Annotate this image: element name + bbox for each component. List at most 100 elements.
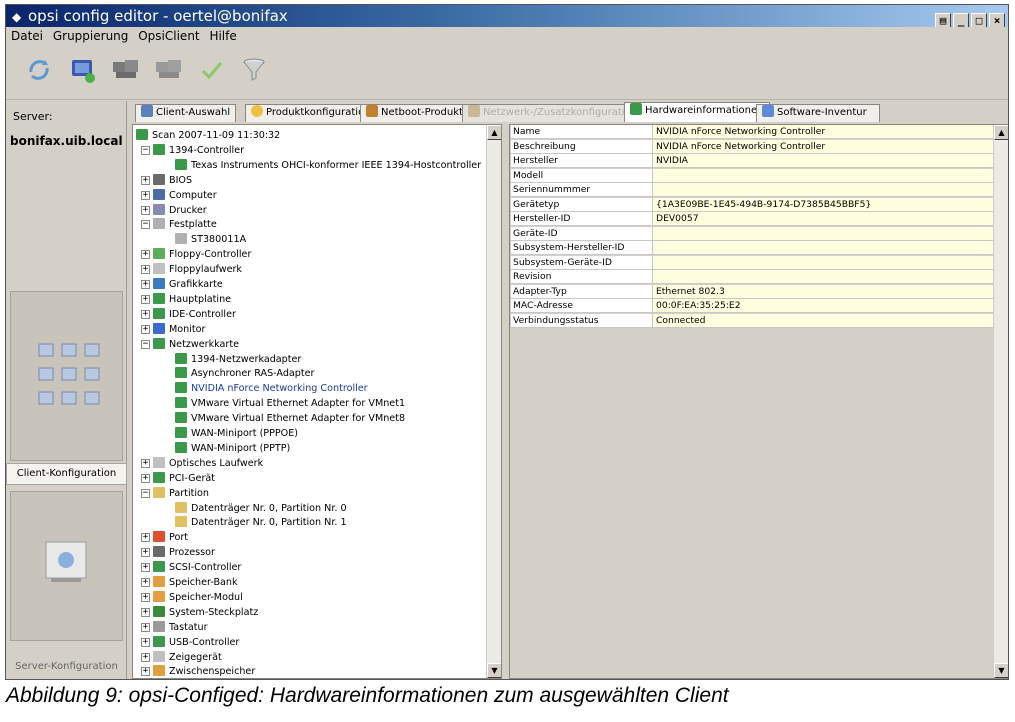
property-value[interactable]: NVIDIA nForce Networking Controller — [653, 125, 1000, 139]
expand-icon[interactable]: + — [141, 637, 150, 647]
tree-node[interactable]: Texas Instruments OHCI-konformer IEEE 13… — [175, 158, 481, 173]
expand-icon[interactable]: + — [141, 607, 150, 617]
expand-icon[interactable]: + — [141, 280, 150, 289]
expand-icon[interactable]: + — [141, 548, 150, 558]
scroll-up-icon[interactable]: ▲ — [994, 125, 1008, 140]
tab-hardwareinformationen[interactable]: Hardwareinformationen — [624, 102, 770, 122]
tree-node[interactable]: + Monitor — [141, 322, 205, 337]
property-value[interactable] — [653, 168, 1000, 183]
tree-node[interactable]: NVIDIA nForce Networking Controller — [175, 381, 368, 396]
tree-node[interactable]: + System-Steckplatz — [141, 605, 258, 620]
table-row[interactable]: Gerätetyp {1A3E09BE-1E45-494B-9174-D7385B… — [510, 197, 1000, 212]
filter-icon[interactable] — [238, 54, 270, 86]
property-value[interactable]: Ethernet 802.3 — [653, 284, 1000, 299]
tree-node[interactable]: − 1394-Controller — [141, 143, 244, 158]
table-row[interactable]: Beschreibung NVIDIA nForce Networking Con… — [510, 139, 1000, 154]
expand-icon[interactable]: + — [141, 265, 150, 275]
scroll-down-icon[interactable]: ▼ — [487, 663, 501, 678]
client-config-panel[interactable] — [10, 291, 123, 461]
tree-node[interactable]: + USB-Controller — [141, 635, 239, 650]
tree-node[interactable]: + Prozessor — [141, 545, 215, 560]
tab-software-inventur[interactable]: Software-Inventur — [756, 104, 880, 122]
tree-node[interactable]: + Speicher-Bank — [141, 575, 238, 590]
tree-node[interactable]: + Computer — [141, 188, 217, 203]
tab-netboot-produkte[interactable]: Netboot-Produkte — [360, 104, 476, 122]
expand-icon[interactable]: + — [141, 652, 150, 662]
tree-node[interactable]: + Hauptplatine — [141, 292, 231, 307]
clients-icon[interactable] — [110, 54, 142, 86]
expand-icon[interactable]: + — [141, 473, 150, 483]
save-icon[interactable] — [66, 54, 98, 86]
tree-node[interactable]: WAN-Miniport (PPPOE) — [175, 426, 298, 441]
expand-icon[interactable]: + — [141, 205, 150, 215]
tree-node[interactable]: + Zeigegerät — [141, 650, 222, 665]
property-value[interactable] — [653, 183, 1000, 197]
tree-node[interactable]: VMware Virtual Ethernet Adapter for VMne… — [175, 411, 405, 426]
tree-node[interactable]: + Zwischenspeicher — [141, 664, 255, 678]
tab-produktkonfiguration[interactable]: Produktkonfiguration — [245, 104, 377, 122]
tree-node[interactable]: Datenträger Nr. 0, Partition Nr. 0 — [175, 501, 347, 516]
expand-icon[interactable]: + — [141, 578, 150, 587]
minimize-button[interactable]: _ — [953, 13, 969, 28]
table-row[interactable]: Hersteller NVIDIA — [510, 154, 1000, 168]
tab-netzwerk-zusatzkonfiguration[interactable]: Netzwerk-/Zusatzkonfiguration — [462, 104, 643, 122]
tree-node[interactable]: + PCI-Gerät — [141, 471, 215, 486]
tree-node[interactable]: + Speicher-Modul — [141, 590, 243, 605]
expand-icon[interactable]: + — [141, 533, 150, 543]
server-config-panel[interactable] — [10, 491, 123, 641]
table-row[interactable]: Modell — [510, 168, 1000, 183]
table-row[interactable]: Geräte-ID — [510, 226, 1000, 241]
tree-node[interactable]: + Floppylaufwerk — [141, 262, 242, 277]
tree-node[interactable]: + Floppy-Controller — [141, 247, 251, 262]
scroll-up-icon[interactable]: ▲ — [487, 125, 501, 140]
property-value[interactable] — [653, 270, 1000, 284]
expand-icon[interactable]: + — [141, 250, 150, 260]
tree-node[interactable]: WAN-Miniport (PPTP) — [175, 441, 290, 456]
tree-node[interactable]: − Festplatte — [141, 217, 217, 232]
server-config-tab[interactable]: Server-Konfiguration — [6, 656, 127, 678]
property-value[interactable] — [653, 241, 1000, 255]
scroll-down-icon[interactable]: ▼ — [994, 663, 1008, 678]
client-config-tab[interactable]: Client-Konfiguration — [6, 463, 127, 485]
tree-node[interactable]: ST380011A — [175, 232, 246, 247]
tree-node[interactable]: Datenträger Nr. 0, Partition Nr. 1 — [175, 515, 347, 530]
collapse-icon[interactable]: − — [141, 339, 150, 349]
property-value[interactable]: {1A3E09BE-1E45-494B-9174-D7385B45BBF5} — [653, 197, 1000, 212]
expand-icon[interactable]: + — [141, 667, 150, 677]
maximize-button[interactable]: □ — [971, 13, 987, 28]
table-row[interactable]: Adapter-Typ Ethernet 802.3 — [510, 284, 1000, 299]
close-button[interactable]: × — [989, 13, 1005, 28]
expand-icon[interactable]: + — [141, 622, 150, 632]
splitter[interactable] — [502, 124, 509, 679]
collapse-icon[interactable]: − — [141, 220, 150, 230]
reload-icon[interactable] — [23, 54, 55, 86]
tree-node[interactable]: Asynchroner RAS-Adapter — [175, 366, 315, 381]
table-row[interactable]: Verbindungsstatus Connected — [510, 313, 1000, 328]
menu-gruppierung[interactable]: Gruppierung — [50, 29, 132, 43]
tree-node[interactable]: + Grafikkarte — [141, 277, 223, 292]
table-row[interactable]: MAC-Adresse 00:0F:EA:35:25:E2 — [510, 299, 1000, 313]
tree-node[interactable]: + SCSI-Controller — [141, 560, 241, 575]
property-value[interactable] — [653, 255, 1000, 270]
table-row[interactable]: Subsystem-Geräte-ID — [510, 255, 1000, 270]
property-value[interactable]: NVIDIA nForce Networking Controller — [653, 139, 1000, 154]
hardware-tree[interactable]: Scan 2007-11-09 11:30:32−1394-Controller… — [132, 124, 502, 679]
tree-node[interactable]: − Netzwerkkarte — [141, 337, 239, 352]
tree-node[interactable]: + Optisches Laufwerk — [141, 456, 263, 471]
menu-opsiclient[interactable]: OpsiClient — [135, 29, 202, 43]
tree-scrollbar[interactable]: ▲ ▼ — [486, 125, 501, 678]
property-value[interactable]: 00:0F:EA:35:25:E2 — [653, 299, 1000, 313]
expand-icon[interactable]: + — [141, 190, 150, 200]
print-icon[interactable]: ▤ — [935, 13, 951, 28]
menu-hilfe[interactable]: Hilfe — [206, 29, 239, 43]
clients-disabled-icon[interactable] — [153, 54, 185, 86]
table-row[interactable]: Seriennummmer — [510, 183, 1000, 197]
tree-node[interactable]: − Partition — [141, 486, 209, 501]
tree-node[interactable]: + Port — [141, 530, 188, 545]
table-row[interactable]: Hersteller-ID DEV0057 — [510, 212, 1000, 226]
tree-node[interactable]: 1394-Netzwerkadapter — [175, 352, 301, 367]
expand-icon[interactable]: + — [141, 324, 150, 334]
tree-node[interactable]: VMware Virtual Ethernet Adapter for VMne… — [175, 396, 405, 411]
property-value[interactable]: NVIDIA — [653, 154, 1000, 168]
expand-icon[interactable]: + — [141, 563, 150, 573]
